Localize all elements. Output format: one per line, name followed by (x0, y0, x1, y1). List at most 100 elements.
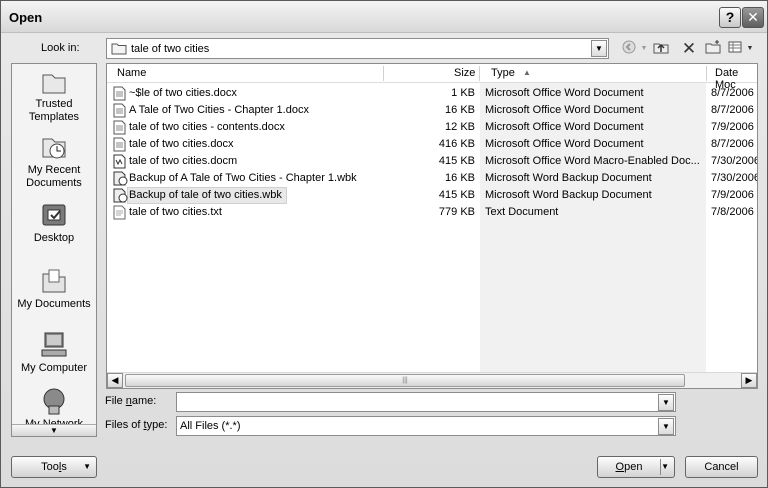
column-divider[interactable] (383, 66, 384, 81)
place-label: Documents (26, 177, 82, 189)
place-label: Desktop (33, 232, 75, 244)
file-row[interactable]: tale of two cities.docx 416 KB Microsoft O… (107, 136, 757, 153)
file-name-cell: ~$le of two cities.docx (129, 87, 237, 99)
help-button[interactable]: ? (719, 7, 741, 28)
place-my-recent-documents[interactable]: My Recent Documents (12, 134, 96, 190)
new-folder-icon[interactable] (703, 39, 723, 59)
column-header-name[interactable]: Name (117, 67, 146, 79)
files-of-type-select[interactable]: All Files (*.*) ▼ (176, 416, 676, 436)
file-date-cell: 7/9/2006 (711, 121, 754, 133)
file-size-cell: 12 KB (445, 121, 475, 133)
files-of-type-label: Files of type: (105, 419, 168, 431)
file-type-cell: Microsoft Word Backup Document (485, 172, 652, 184)
places-bar: Trusted Templates My Recent Documents De… (11, 63, 97, 437)
file-row[interactable]: ~$le of two cities.docx 1 KB Microsoft Off… (107, 85, 757, 102)
views-dropdown-icon[interactable]: ▼ (740, 39, 760, 59)
column-divider[interactable] (706, 66, 707, 81)
column-divider[interactable] (479, 66, 480, 81)
file-type-cell: Microsoft Office Word Document (485, 104, 644, 116)
file-row[interactable]: tale of two cities - contents.docx 12 KB M… (107, 119, 757, 136)
folder-icon (42, 74, 66, 94)
file-size-cell: 16 KB (445, 104, 475, 116)
scroll-right-button[interactable]: ▶ (741, 373, 757, 388)
place-label: Trusted (35, 98, 73, 110)
file-name-cell: tale of two cities.docm (129, 155, 238, 167)
file-row[interactable]: Backup of tale of two cities.wbk 415 KB Mi… (107, 187, 757, 204)
file-size-cell: 779 KB (438, 206, 475, 218)
up-one-level-icon[interactable] (651, 39, 671, 59)
my-network-icon (43, 388, 65, 415)
file-date-cell: 7/30/2006 (711, 155, 758, 167)
place-trusted-templates[interactable]: Trusted Templates (12, 70, 96, 124)
file-type-cell: Microsoft Office Word Document (485, 87, 644, 99)
open-dialog: Open ? ✕ Look in: tale of two cities ▼ ▼… (0, 0, 768, 488)
file-name-cell: tale of two cities - contents.docx (129, 121, 285, 133)
chevron-down-icon: ▼ (83, 462, 91, 471)
close-button[interactable]: ✕ (742, 7, 764, 28)
file-type-cell: Text Document (485, 206, 559, 218)
desktop-icon (42, 204, 66, 226)
file-date-cell: 7/9/2006 (711, 189, 754, 201)
file-type-cell: Microsoft Office Word Document (485, 121, 644, 133)
file-name-label: File name: (105, 395, 157, 407)
place-label: My Documents (17, 298, 91, 310)
file-date-cell: 7/30/2006 (711, 172, 758, 184)
place-desktop[interactable]: Desktop (12, 202, 96, 245)
file-date-cell: 7/8/2006 (711, 206, 754, 218)
sort-ascending-icon: ▲ (523, 68, 531, 77)
file-list[interactable]: Name Size Type ▲ Date Moc ~$le of two ci… (106, 63, 758, 389)
tools-button[interactable]: Tools ▼ (11, 456, 97, 478)
file-size-cell: 16 KB (445, 172, 475, 184)
look-in-value: tale of two cities (131, 43, 210, 55)
horizontal-scrollbar[interactable]: ◀ ||| ▶ (107, 372, 757, 388)
file-name-cell: tale of two cities.txt (129, 206, 222, 218)
my-computer-icon (41, 332, 67, 357)
file-name-cell: tale of two cities.docx (129, 138, 234, 150)
file-name-cell: Backup of A Tale of Two Cities - Chapter… (129, 172, 357, 184)
file-name-input[interactable]: ▼ (176, 392, 676, 412)
file-name-cell: A Tale of Two Cities - Chapter 1.docx (129, 104, 309, 116)
place-label: My Computer (20, 362, 88, 374)
files-of-type-dropdown-button[interactable]: ▼ (658, 418, 674, 435)
places-scroll-down-button[interactable]: ▼ (12, 424, 96, 436)
file-list-header: Name Size Type ▲ Date Moc (107, 64, 757, 91)
look-in-combo[interactable]: tale of two cities ▼ (106, 38, 609, 59)
delete-icon[interactable]: ✕ (679, 39, 699, 59)
place-my-computer[interactable]: My Computer (12, 330, 96, 375)
look-in-label: Look in: (41, 42, 80, 54)
file-size-cell: 415 KB (438, 189, 475, 201)
file-date-cell: 8/7/2006 (711, 138, 754, 150)
open-options-dropdown-icon[interactable]: ▼ (661, 457, 669, 477)
file-name-dropdown-button[interactable]: ▼ (658, 394, 674, 411)
cancel-button[interactable]: Cancel (685, 456, 758, 478)
files-of-type-value: All Files (*.*) (180, 420, 241, 432)
file-row[interactable]: tale of two cities.txt 779 KB Text Documen… (107, 204, 757, 221)
open-button[interactable]: Open ▼ (597, 456, 675, 478)
file-size-cell: 416 KB (438, 138, 475, 150)
file-row[interactable]: Backup of A Tale of Two Cities - Chapter… (107, 170, 757, 187)
scroll-left-button[interactable]: ◀ (107, 373, 123, 388)
file-size-cell: 415 KB (438, 155, 475, 167)
my-documents-icon (42, 269, 66, 293)
file-date-cell: 8/7/2006 (711, 104, 754, 116)
file-row[interactable]: tale of two cities.docm 415 KB Microsoft O… (107, 153, 757, 170)
dialog-title: Open (9, 10, 43, 25)
title-bar: Open ? ✕ (1, 1, 767, 33)
place-label: My Recent (27, 164, 81, 176)
look-in-dropdown-button[interactable]: ▼ (591, 40, 607, 57)
column-header-type[interactable]: Type (491, 67, 515, 79)
file-name-cell: Backup of tale of two cities.wbk (129, 189, 282, 201)
file-row[interactable]: A Tale of Two Cities - Chapter 1.docx 16 … (107, 102, 757, 119)
file-size-cell: 1 KB (451, 87, 475, 99)
folder-icon (111, 43, 127, 55)
column-header-size[interactable]: Size (454, 67, 475, 79)
file-type-cell: Microsoft Office Word Document (485, 138, 644, 150)
place-label: Templates (28, 111, 80, 123)
file-type-cell: Microsoft Office Word Macro-Enabled Doc.… (485, 155, 700, 167)
file-date-cell: 8/7/2006 (711, 87, 754, 99)
scroll-thumb[interactable]: ||| (125, 374, 685, 387)
recent-documents-icon (42, 138, 66, 159)
place-my-documents[interactable]: My Documents (12, 266, 96, 311)
file-type-cell: Microsoft Word Backup Document (485, 189, 652, 201)
text-file-icon (113, 205, 126, 223)
